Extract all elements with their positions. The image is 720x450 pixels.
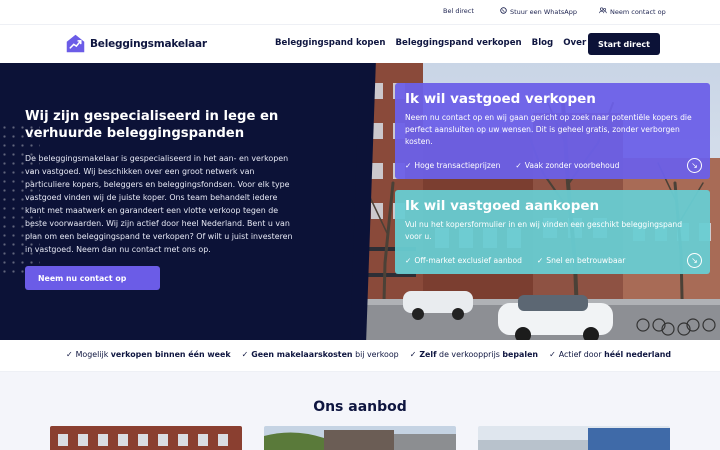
usp-bold: héél nederland (604, 350, 672, 359)
whatsapp-icon (500, 7, 507, 16)
usp-pre: Actief door (558, 350, 605, 359)
logo-house-icon (65, 33, 86, 54)
check-icon: ✓ (405, 161, 412, 170)
check-icon: ✓ (549, 350, 556, 359)
offer-section: Ons aanbod (0, 372, 720, 450)
sell-card-title: Ik wil vastgoed verkopen (405, 91, 596, 107)
usp-text: Zelf de verkoopprijs bepalen (419, 350, 539, 359)
sell-feature-label: Vaak zonder voorbehoud (524, 161, 620, 170)
sell-card[interactable]: Ik wil vastgoed verkopen Neem nu contact… (395, 83, 710, 179)
whatsapp-label: Stuur een WhatsApp (510, 7, 577, 16)
sell-feature: ✓ Vaak zonder voorbehoud (515, 161, 619, 170)
usp-text: Geen makelaarskosten bij verkoop (251, 350, 398, 359)
buy-card[interactable]: Ik wil vastgoed aankopen Vul nu het kope… (395, 190, 710, 274)
usp-bold: Geen makelaarskosten (251, 350, 353, 359)
usp-bold: Zelf (419, 350, 437, 359)
listing-thumbnail[interactable] (264, 426, 456, 450)
usp-item: ✓ Zelf de verkoopprijs bepalen (410, 350, 538, 359)
check-icon: ✓ (66, 350, 73, 359)
usp-item: ✓ Geen makelaarskosten bij verkoop (242, 350, 399, 359)
users-icon (599, 7, 607, 16)
sell-feature-label: Hoge transactieprijzen (414, 161, 501, 170)
logo-text: Beleggingsmakelaar (90, 37, 207, 50)
usp-list: ✓ Mogelijk verkopen binnen één week ✓ Ge… (66, 350, 671, 359)
check-icon: ✓ (241, 350, 249, 359)
buy-feature-label: Off-market exclusief aanbod (414, 256, 522, 265)
sell-arrow-icon[interactable]: ↘ (687, 158, 702, 173)
usp-bold: bepalen (502, 350, 539, 359)
check-icon: ✓ (536, 256, 544, 265)
call-link[interactable]: Bel direct (443, 7, 474, 15)
nav-links: Beleggingspand kopen Beleggingspand verk… (275, 38, 606, 48)
contact-now-button[interactable]: Neem nu contact op (25, 266, 160, 290)
start-direct-button[interactable]: Start direct (588, 33, 660, 55)
hero-title: Wij zijn gespecialiseerd in lege en verh… (25, 109, 279, 141)
check-icon: ✓ (515, 161, 522, 170)
offer-title: Ons aanbod (313, 399, 407, 415)
buy-feature: ✓ Off-market exclusief aanbod (405, 256, 522, 265)
check-icon: ✓ (405, 256, 412, 265)
buy-feature: ✓ Snel en betrouwbaar (537, 256, 625, 265)
listing-thumbnail[interactable] (50, 426, 242, 450)
usp-item: ✓ Mogelijk verkopen binnen één week (66, 350, 231, 359)
utility-bar: Bel direct Stuur een WhatsApp Neem conta… (0, 0, 720, 24)
check-icon: ✓ (409, 350, 417, 359)
call-label: Bel direct (443, 7, 474, 15)
contact-label: Neem contact op (610, 7, 666, 16)
usp-pre: Mogelijk (75, 350, 111, 359)
buy-card-features: ✓ Off-market exclusief aanbod ✓ Snel en … (405, 256, 625, 265)
sell-feature: ✓ Hoge transactieprijzen (405, 161, 500, 170)
usp-text: Mogelijk verkopen binnen één week (76, 350, 231, 359)
hero-description: De beleggingsmakelaar is gespecialiseerd… (25, 154, 293, 254)
usp-item: ✓ Actief door héél nederland (549, 350, 671, 359)
usp-text: Actief door héél nederland (559, 350, 671, 359)
buy-arrow-icon[interactable]: ↘ (687, 253, 702, 268)
whatsapp-link[interactable]: Stuur een WhatsApp (500, 7, 577, 16)
buy-card-text: Vul nu het kopersformulier in en wij vin… (405, 220, 683, 242)
contact-link[interactable]: Neem contact op (599, 7, 666, 16)
hero: Wij zijn gespecialiseerd in lege en verh… (0, 63, 720, 340)
sell-card-features: ✓ Hoge transactieprijzen ✓ Vaak zonder v… (405, 161, 619, 170)
nav-link-blog[interactable]: Blog (532, 38, 554, 48)
nav-link-verkopen[interactable]: Beleggingspand verkopen (396, 38, 522, 48)
logo[interactable]: Beleggingsmakelaar (65, 33, 207, 54)
usp-post: bij verkoop (352, 350, 399, 359)
main-nav: Beleggingsmakelaar Beleggingspand kopen … (0, 24, 720, 63)
buy-card-title: Ik wil vastgoed aankopen (405, 198, 600, 214)
usp-bar: ✓ Mogelijk verkopen binnen één week ✓ Ge… (0, 340, 720, 372)
listing-thumbnail[interactable] (478, 426, 670, 450)
buy-feature-label: Snel en betrouwbaar (546, 256, 626, 265)
sell-card-text: Neem nu contact op en wij gaan gericht o… (405, 113, 692, 147)
nav-link-kopen[interactable]: Beleggingspand kopen (275, 38, 386, 48)
usp-bold: verkopen binnen één week (110, 350, 231, 359)
